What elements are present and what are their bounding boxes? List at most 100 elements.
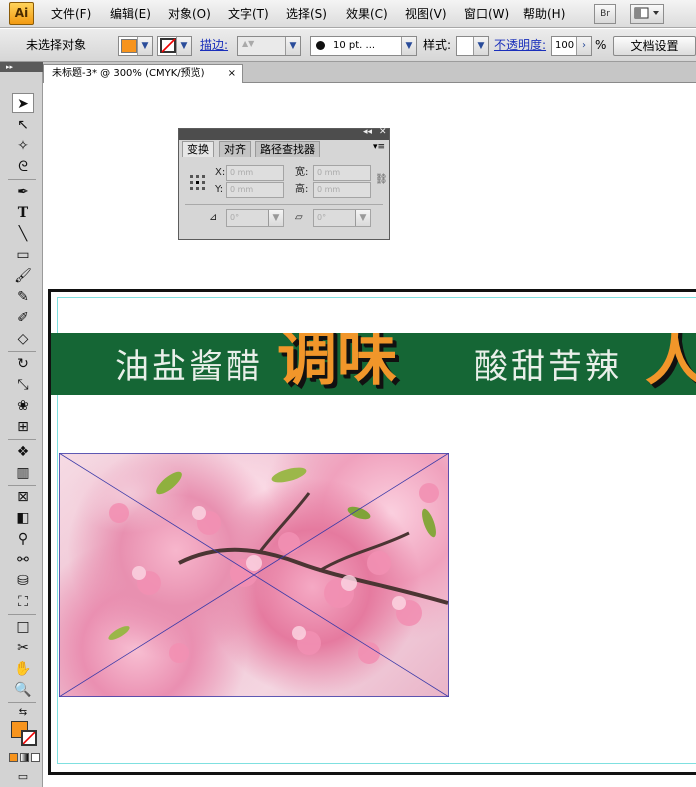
- document-tab[interactable]: 未标题-3* @ 300% (CMYK/预览) ×: [43, 64, 243, 83]
- graphic-style-dropdown[interactable]: ▼: [456, 36, 489, 56]
- live-paint-bucket-tool-icon[interactable]: ⛁: [12, 571, 34, 591]
- banner-text-2[interactable]: 酸甜苦辣: [474, 348, 622, 386]
- y-input[interactable]: 0 mm: [226, 182, 284, 198]
- height-input[interactable]: 0 mm: [313, 182, 371, 198]
- selection-tool-icon[interactable]: ➤: [12, 93, 34, 113]
- document-tab-title: 未标题-3* @ 300% (CMYK/预览): [52, 68, 205, 79]
- scale-tool-icon[interactable]: ⤡: [12, 375, 34, 395]
- mesh-tool-icon[interactable]: ⊠: [12, 487, 34, 507]
- menu-select[interactable]: 选择(S): [286, 6, 327, 22]
- no-stroke-icon: [23, 732, 35, 744]
- bridge-icon[interactable]: Br: [594, 4, 616, 24]
- close-panel-icon[interactable]: ✕: [379, 127, 387, 137]
- free-transform-tool-icon[interactable]: ⊞: [12, 417, 34, 437]
- stroke-weight-dropdown[interactable]: ▲▼ ▼: [237, 36, 301, 56]
- hand-tool-icon[interactable]: ✋: [12, 659, 34, 679]
- rectangle-tool-icon[interactable]: ▭: [12, 245, 34, 265]
- chevron-down-icon: ▼: [355, 210, 370, 226]
- tab-align[interactable]: 对齐: [219, 141, 251, 157]
- constrain-proportions-icon[interactable]: ⛓: [375, 174, 388, 185]
- blob-brush-tool-icon[interactable]: ✐: [12, 308, 34, 328]
- stroke-weight-spinner-icon: ▲▼: [242, 39, 255, 48]
- close-icon[interactable]: ×: [228, 65, 236, 82]
- chevron-right-icon: ›: [576, 37, 591, 55]
- document-setup-button[interactable]: 文档设置: [613, 36, 696, 56]
- gradient-mode-icon[interactable]: [20, 753, 29, 762]
- menu-help[interactable]: 帮助(H): [523, 6, 565, 22]
- stroke-swatch-large[interactable]: [21, 730, 37, 746]
- rotate-value: 0°: [230, 213, 240, 222]
- workspace-switcher-icon[interactable]: [630, 4, 664, 24]
- eyedropper-tool-icon[interactable]: ⚲: [12, 529, 34, 549]
- app-logo[interactable]: Ai: [9, 2, 34, 25]
- swap-fill-stroke-icon[interactable]: ⇆: [12, 703, 34, 723]
- menu-file[interactable]: 文件(F): [51, 6, 91, 22]
- pencil-tool-icon[interactable]: ✎: [12, 287, 34, 307]
- menu-edit[interactable]: 编辑(E): [110, 6, 151, 22]
- menu-type[interactable]: 文字(T): [228, 6, 269, 22]
- gradient-tool-icon[interactable]: ◧: [12, 508, 34, 528]
- rotate-dropdown[interactable]: 0° ▼: [226, 209, 284, 227]
- lasso-tool-icon[interactable]: ᘓ: [12, 157, 34, 177]
- brush-definition-dropdown[interactable]: 10 pt. ... ▼: [310, 36, 417, 56]
- zoom-tool-icon[interactable]: 🔍: [12, 680, 34, 700]
- control-bar: 未选择对象 ▼ ▼ 描边: ▲▼ ▼ 10 pt. ... ▼ 样式: ▼ 不透…: [0, 29, 696, 62]
- blend-tool-icon[interactable]: ⚯: [12, 550, 34, 570]
- menu-bar: Ai 文件(F) 编辑(E) 对象(O) 文字(T) 选择(S) 效果(C) 视…: [0, 0, 696, 28]
- banner-highlight-1[interactable]: 调味: [277, 333, 397, 393]
- shear-dropdown[interactable]: 0° ▼: [313, 209, 371, 227]
- symbol-sprayer-tool-icon[interactable]: ❖: [12, 442, 34, 462]
- chevron-down-icon: ▼: [176, 37, 191, 55]
- opacity-input[interactable]: 100 ›: [551, 36, 592, 56]
- banner-text-1[interactable]: 油盐酱醋: [115, 348, 263, 386]
- arrange-documents-icon: [634, 7, 659, 19]
- eraser-tool-icon[interactable]: ◇: [12, 329, 34, 349]
- brush-value: 10 pt. ...: [333, 40, 376, 51]
- tab-transform[interactable]: 变换: [182, 141, 214, 157]
- x-input[interactable]: 0 mm: [226, 165, 284, 181]
- fill-color-dropdown[interactable]: ▼: [118, 36, 153, 56]
- rotate-tool-icon[interactable]: ↻: [12, 354, 34, 374]
- width-label: 宽:: [295, 167, 309, 178]
- menu-effect[interactable]: 效果(C): [346, 6, 388, 22]
- screen-mode-icon[interactable]: ▭: [12, 767, 34, 787]
- type-tool-icon[interactable]: T: [12, 203, 34, 223]
- stroke-label[interactable]: 描边:: [200, 38, 228, 52]
- live-paint-selection-tool-icon[interactable]: ⛶: [12, 592, 34, 612]
- stroke-color-dropdown[interactable]: ▼: [157, 36, 192, 56]
- menu-view[interactable]: 视图(V): [405, 6, 447, 22]
- direct-selection-tool-icon[interactable]: ↖: [12, 115, 34, 135]
- width-input[interactable]: 0 mm: [313, 165, 371, 181]
- cherry-blossom-image[interactable]: [59, 453, 449, 697]
- line-tool-icon[interactable]: ╲: [12, 224, 34, 244]
- slice-tool-icon[interactable]: ✂: [12, 638, 34, 658]
- pen-tool-icon[interactable]: ✒: [12, 182, 34, 202]
- selection-status: 未选择对象: [26, 38, 87, 52]
- artboard-tool-icon[interactable]: □: [12, 617, 34, 637]
- panel-titlebar[interactable]: ◂◂ ✕: [179, 127, 389, 140]
- none-mode-icon[interactable]: [31, 753, 40, 762]
- magic-wand-tool-icon[interactable]: ✧: [12, 136, 34, 156]
- document-tab-strip: 未标题-3* @ 300% (CMYK/预览) ×: [0, 62, 696, 83]
- reference-point-icon[interactable]: [189, 174, 205, 190]
- warp-tool-icon[interactable]: ❀: [12, 396, 34, 416]
- menu-object[interactable]: 对象(O): [168, 6, 211, 22]
- chevron-down-icon: ▼: [473, 37, 488, 55]
- toolbox-grip-icon[interactable]: ▸▸: [0, 62, 43, 72]
- opacity-label[interactable]: 不透明度:: [494, 38, 546, 52]
- collapse-panel-icon[interactable]: ◂◂: [363, 127, 372, 137]
- menu-window[interactable]: 窗口(W): [464, 6, 509, 22]
- banner-rectangle[interactable]: 油盐酱醋 调味 酸甜苦辣 人: [51, 333, 696, 395]
- tab-pathfinder[interactable]: 路径查找器: [255, 141, 320, 157]
- shear-icon: ▱: [295, 212, 303, 223]
- color-mode-icon[interactable]: [9, 753, 18, 762]
- brush-dot-icon: [316, 41, 325, 50]
- paintbrush-tool-icon[interactable]: 🖌: [12, 266, 34, 286]
- column-graph-tool-icon[interactable]: ▥: [12, 463, 34, 483]
- transform-panel[interactable]: ◂◂ ✕ 变换 对齐 路径查找器 ▾≡ X: 0 mm Y: 0 mm 宽: 0…: [178, 127, 390, 240]
- blossom-illustration: [59, 453, 449, 697]
- chevron-down-icon: ▼: [285, 37, 300, 55]
- banner-highlight-2[interactable]: 人: [645, 333, 696, 393]
- panel-menu-icon[interactable]: ▾≡: [373, 142, 385, 152]
- height-label: 高:: [295, 184, 309, 195]
